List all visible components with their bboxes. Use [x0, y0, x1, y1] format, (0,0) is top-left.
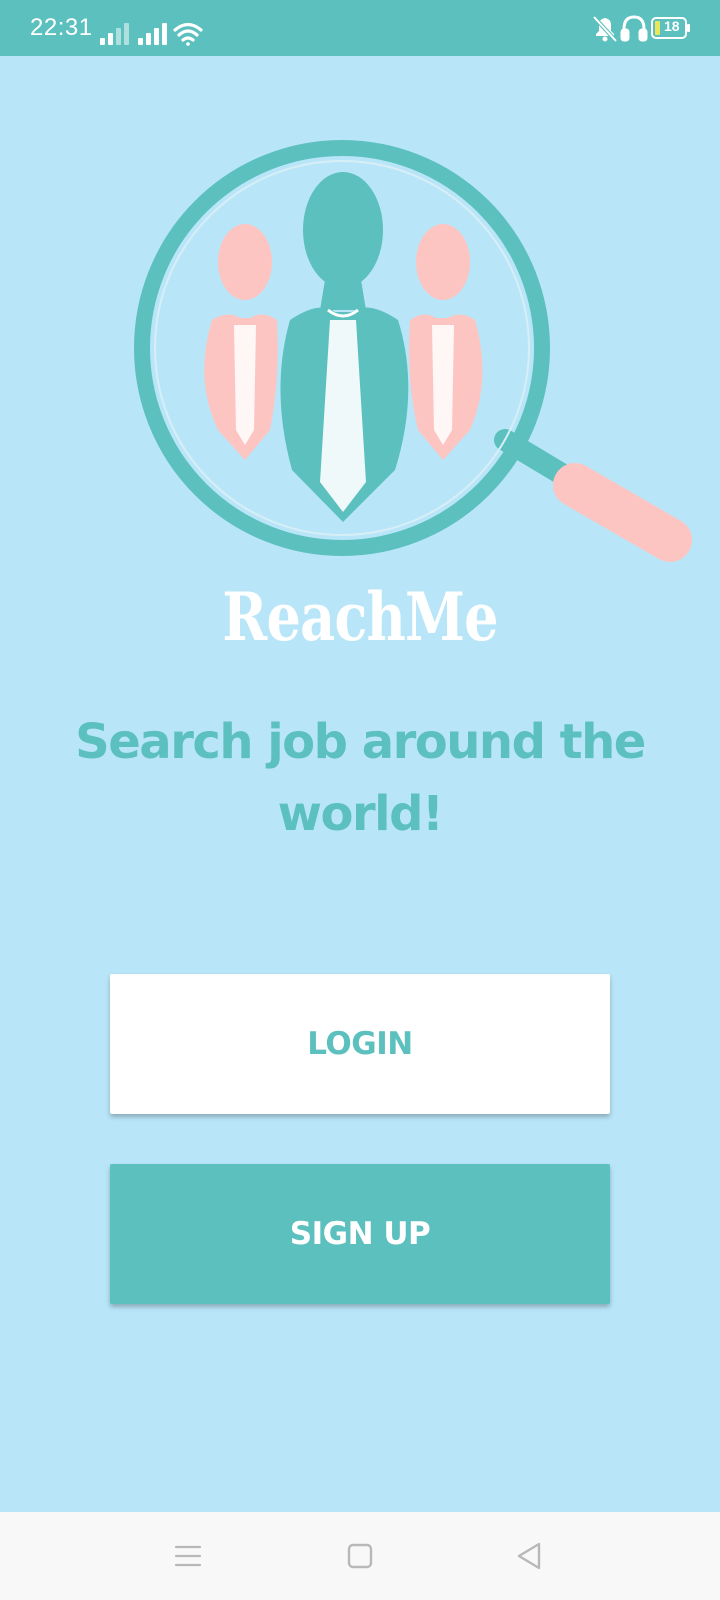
- battery-level: 18: [664, 18, 680, 34]
- tagline: Search job around the world!: [75, 714, 646, 842]
- home-square-icon[interactable]: [342, 1538, 378, 1574]
- bell-muted-icon: [592, 15, 618, 43]
- signal-icon-2: [138, 23, 167, 45]
- status-bar: 22:31 18: [0, 0, 720, 56]
- login-button[interactable]: LOGIN: [110, 974, 610, 1114]
- signal-icons: [100, 22, 203, 46]
- menu-icon[interactable]: [170, 1538, 206, 1574]
- signal-icon-1: [100, 23, 129, 45]
- wifi-icon: [173, 22, 203, 46]
- headphones-icon: [620, 15, 648, 42]
- navigation-bar: [0, 1512, 720, 1600]
- status-right-icons: 18: [592, 14, 692, 48]
- magnifier-people-logo: [134, 140, 692, 562]
- brand-name: ReachMe: [222, 578, 498, 656]
- person-left-icon: [204, 224, 278, 460]
- person-center-icon: [280, 172, 409, 522]
- back-triangle-icon[interactable]: [512, 1538, 548, 1574]
- magnifier-handle-icon: [494, 429, 692, 562]
- status-time: 22:31: [30, 14, 93, 41]
- person-right-icon: [409, 224, 483, 460]
- signup-button[interactable]: SIGN UP: [110, 1164, 610, 1304]
